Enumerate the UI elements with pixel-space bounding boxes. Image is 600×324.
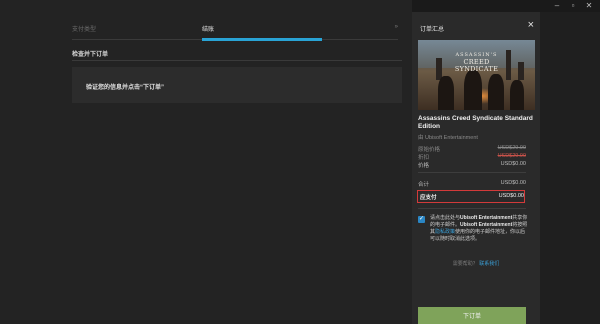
help-text: 需要帮助？ <box>452 261 478 267</box>
total-divider <box>418 208 526 209</box>
email-consent-text: 请点击此处与Ubisoft Entertainment共享你的电子邮件。Ubis… <box>430 215 528 242</box>
checkout-steps: 支付类型 结账 » <box>72 20 398 42</box>
contact-us-link[interactable]: 联系我们 <box>479 261 499 267</box>
checkout-panel: 支付类型 结账 » 检查并下订单 验证您的信息并点击“下订单” <box>0 0 412 324</box>
discount-row: 折扣 USD$29.99 <box>418 153 526 161</box>
place-order-button[interactable]: 下订单 <box>418 307 526 324</box>
background-strip <box>540 12 600 324</box>
original-price-label: 原始价格 <box>418 147 441 153</box>
confirm-text: 验证您的信息并点击“下订单” <box>86 85 165 91</box>
minimize-icon[interactable]: – <box>552 1 562 11</box>
window-controls: – ▫ ✕ <box>546 0 600 12</box>
email-consent-checkbox[interactable]: ✓ <box>418 216 425 223</box>
discount-label: 折扣 <box>418 155 430 161</box>
original-price-row: 原始价格 USD$29.99 <box>418 145 526 153</box>
help-line: 需要帮助？ 联系我们 <box>412 260 540 267</box>
section-divider <box>72 60 402 61</box>
price-divider <box>418 172 526 173</box>
original-price-value: USD$29.99 <box>497 145 526 151</box>
step-payment-type[interactable]: 支付类型 <box>72 24 96 33</box>
price-label: 价格 <box>418 163 430 169</box>
step-checkout: 结账 <box>202 27 215 33</box>
total-label: 应支付 <box>420 195 437 201</box>
privacy-policy-link[interactable]: 隐私政策 <box>435 229 455 235</box>
close-window-icon[interactable]: ✕ <box>584 1 594 11</box>
subtotal-row: 合计 USD$0.00 <box>418 180 526 188</box>
subtotal-label: 合计 <box>418 182 430 188</box>
close-icon[interactable]: × <box>528 20 534 31</box>
game-cover-image: ASSASSIN'S CREED SYNDICATE <box>418 40 535 110</box>
confirm-box: 验证您的信息并点击“下订单” <box>72 67 402 103</box>
section-title: 检查并下订单 <box>72 52 109 58</box>
subtotal-value: USD$0.00 <box>500 180 526 186</box>
discount-value: USD$29.99 <box>497 153 526 159</box>
price-value: USD$0.00 <box>500 161 526 167</box>
price-row: 价格 USD$0.00 <box>418 161 526 169</box>
active-step-indicator <box>202 38 322 41</box>
product-title: Assassins Creed Syndicate Standard Editi… <box>418 115 533 130</box>
maximize-icon[interactable]: ▫ <box>568 1 578 11</box>
total-row: 应支付 USD$0.00 <box>420 193 524 201</box>
publisher: 由 Ubisoft Entertainment <box>418 135 478 141</box>
order-summary-title: 订单汇总 <box>420 27 445 33</box>
next-step-icon: » <box>394 24 398 30</box>
cover-logo: ASSASSIN'S CREED SYNDICATE <box>454 52 499 73</box>
order-summary-panel: 订单汇总 × ASSASSIN'S CREED SYNDICATE Assass… <box>412 12 540 324</box>
total-value: USD$0.00 <box>498 193 524 199</box>
